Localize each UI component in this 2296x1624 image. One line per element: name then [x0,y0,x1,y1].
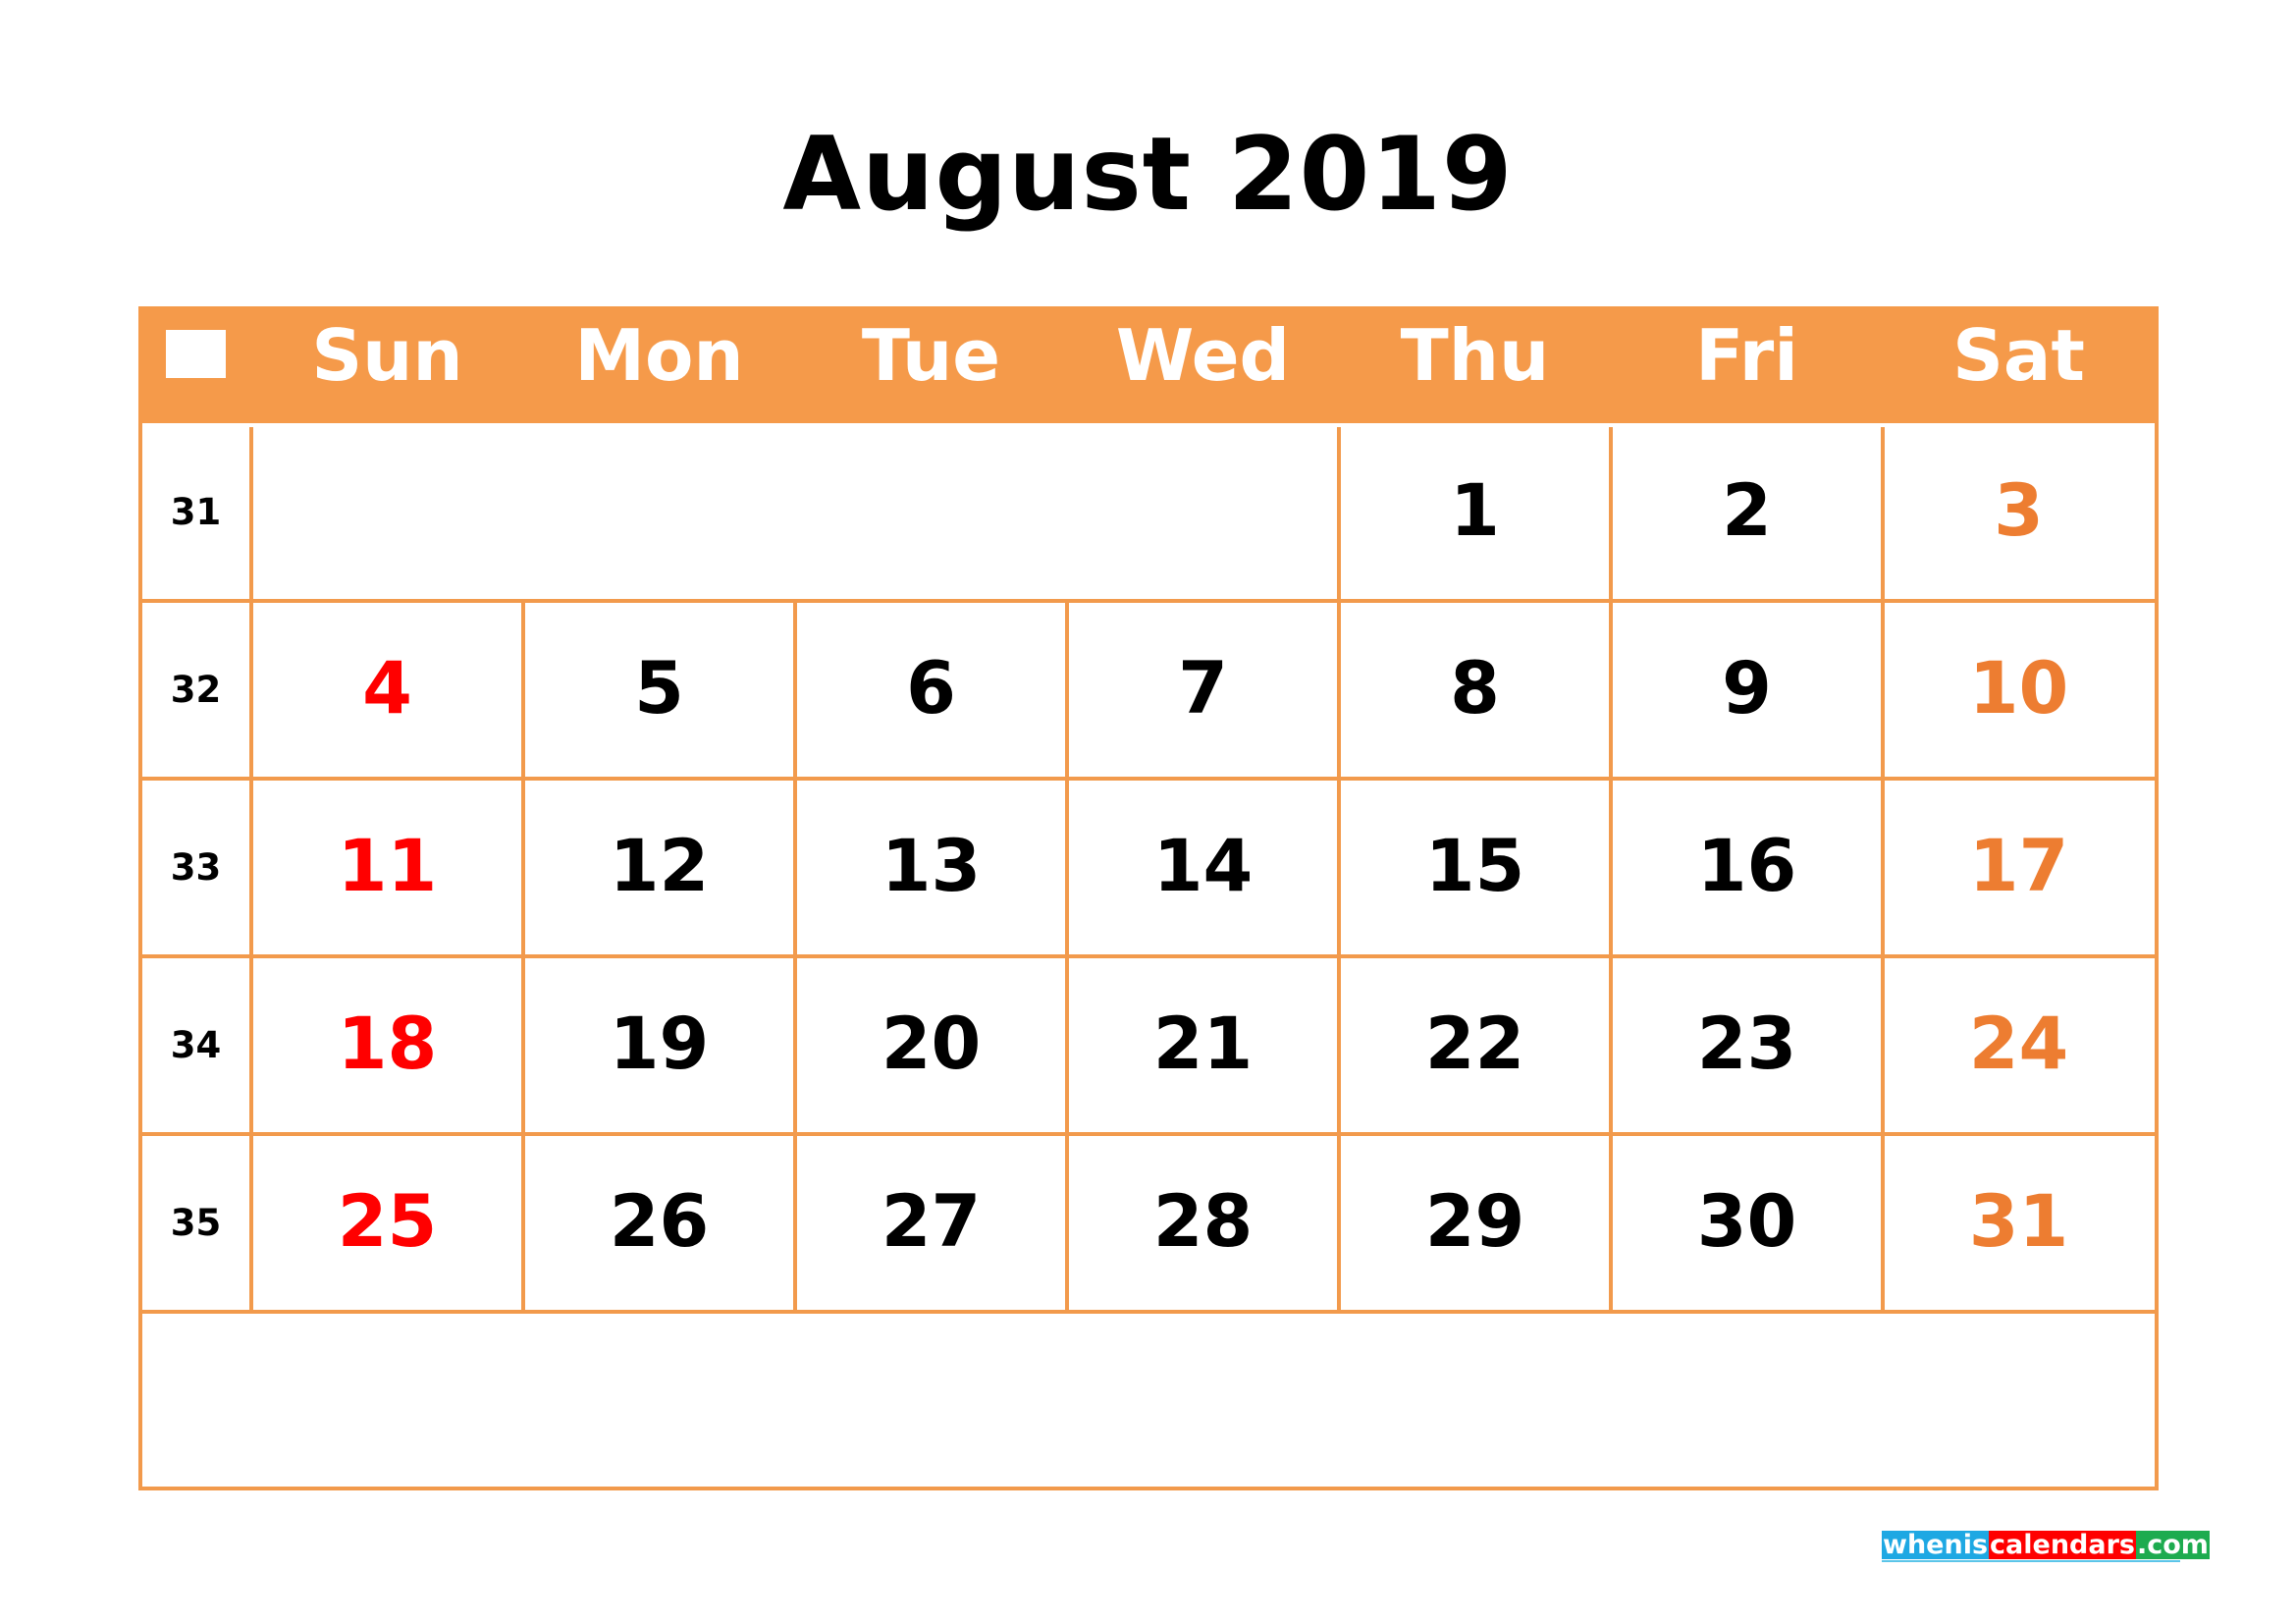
day-cell-tue[interactable]: 27 [795,1181,1067,1264]
day-cell-sat[interactable]: 17 [1883,826,2155,908]
day-cell-mon[interactable]: 12 [523,826,795,908]
week-number: 34 [170,1024,222,1066]
grid-row-line [138,954,2159,958]
day-cell-wed[interactable]: 7 [1067,648,1339,731]
header-day-wed: Wed [1115,314,1291,397]
grid-row-line [138,777,2159,781]
day-cell-sun[interactable]: 18 [251,1003,523,1086]
day-cell-fri[interactable]: 30 [1611,1181,1883,1264]
header-day-mon: Mon [574,314,744,397]
header-day-thu: Thu [1400,314,1550,397]
header-day-sat: Sat [1952,314,2085,397]
day-cell-sun[interactable]: 25 [251,1181,523,1264]
site-logo[interactable]: whenis calendars .com [1882,1531,2210,1559]
week-number: 33 [170,846,222,889]
logo-underline [1882,1560,2180,1562]
grid-row-line [138,1132,2159,1136]
grid-border-bottom [138,1487,2159,1490]
day-cell-tue[interactable]: 6 [795,648,1067,731]
day-cell-mon[interactable]: 5 [523,648,795,731]
week-number-header-square-icon [166,330,226,378]
week-number: 32 [170,669,222,711]
day-cell-mon[interactable]: 19 [523,1003,795,1086]
day-cell-wed[interactable]: 14 [1067,826,1339,908]
week-number: 31 [170,491,222,533]
day-cell-thu[interactable]: 29 [1339,1181,1611,1264]
week-number: 35 [170,1202,222,1244]
day-cell-sun[interactable]: 11 [251,826,523,908]
day-cell-wed[interactable]: 21 [1067,1003,1339,1086]
day-cell-wed[interactable]: 28 [1067,1181,1339,1264]
logo-part-calendars: calendars [1989,1530,2136,1560]
day-cell-tue[interactable]: 13 [795,826,1067,908]
day-cell-sat[interactable]: 10 [1883,648,2155,731]
day-cell-tue[interactable]: 20 [795,1003,1067,1086]
logo-part-com: .com [2135,1530,2210,1560]
day-cell-sat[interactable]: 24 [1883,1003,2155,1086]
day-cell-thu[interactable]: 22 [1339,1003,1611,1086]
day-cell-fri[interactable]: 16 [1611,826,1883,908]
weekday-header: Sun Mon Tue Wed Thu Fri Sat [138,306,2159,423]
logo-part-whenis: whenis [1882,1530,1990,1560]
day-cell-sun[interactable]: 4 [251,648,523,731]
calendar-grid: Sun Mon Tue Wed Thu Fri Sat 31 1 2 3 32 4 5 6 7 8 9 10 33 1… [138,306,2159,1490]
header-day-sun: Sun [311,314,463,397]
day-cell-sat[interactable]: 31 [1883,1181,2155,1264]
day-cell-fri[interactable]: 9 [1611,648,1883,731]
header-day-fri: Fri [1695,314,1798,397]
header-day-tue: Tue [861,314,1001,397]
calendar-title: August 2019 [782,116,1514,234]
grid-row-line [138,599,2159,603]
day-cell-fri[interactable]: 2 [1611,470,1883,553]
day-cell-sat[interactable]: 3 [1883,470,2155,553]
day-cell-thu[interactable]: 8 [1339,648,1611,731]
day-cell-thu[interactable]: 1 [1339,470,1611,553]
day-cell-fri[interactable]: 23 [1611,1003,1883,1086]
grid-row-line [138,1310,2159,1314]
day-cell-thu[interactable]: 15 [1339,826,1611,908]
day-cell-mon[interactable]: 26 [523,1181,795,1264]
